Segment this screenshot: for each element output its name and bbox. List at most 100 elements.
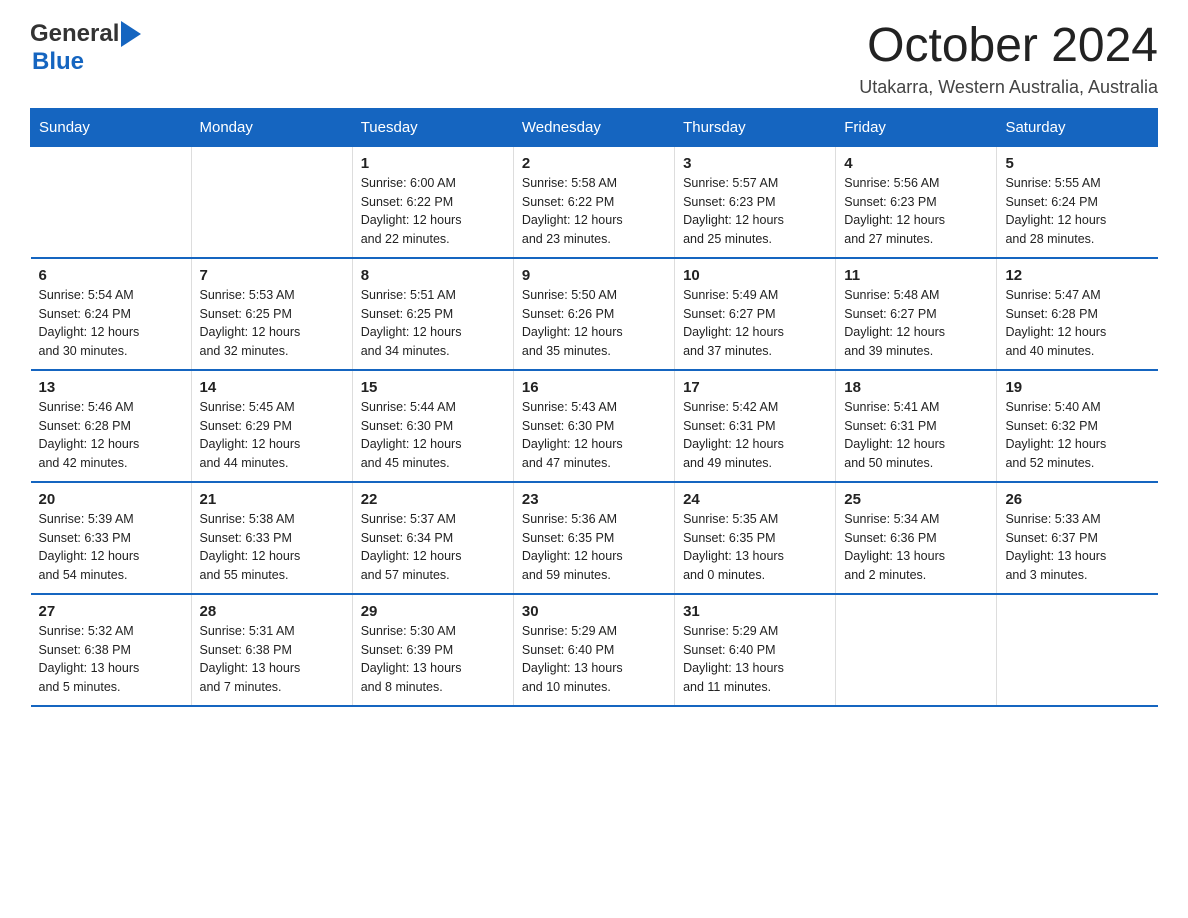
calendar-cell: 13 Sunrise: 5:46 AM Sunset: 6:28 PM Dayli… (31, 370, 192, 482)
calendar-cell: 17 Sunrise: 5:42 AM Sunset: 6:31 PM Dayli… (675, 370, 836, 482)
weekday-header-sunday: Sunday (31, 108, 192, 146)
day-number: 17 (683, 379, 827, 396)
calendar-cell: 26Sunrise: 5:33 AM Sunset: 6:37 PM Dayli… (997, 482, 1158, 594)
day-number: 20 (39, 491, 183, 508)
day-number: 6 (39, 267, 183, 284)
day-number: 13 (39, 379, 183, 396)
day-info: Sunrise: 5:37 AM Sunset: 6:34 PM Dayligh… (361, 510, 505, 585)
calendar-cell: 15Sunrise: 5:44 AM Sunset: 6:30 PM Dayli… (352, 370, 513, 482)
calendar-cell: 31 Sunrise: 5:29 AM Sunset: 6:40 PM Dayli… (675, 594, 836, 706)
calendar-cell (191, 146, 352, 258)
logo-blue-text: Blue (32, 48, 84, 75)
day-info: Sunrise: 5:50 AM Sunset: 6:26 PM Dayligh… (522, 286, 666, 361)
calendar-cell: 30 Sunrise: 5:29 AM Sunset: 6:40 PM Dayli… (513, 594, 674, 706)
day-info: Sunrise: 5:31 AM Sunset: 6:38 PM Dayligh… (200, 622, 344, 697)
calendar-table: SundayMondayTuesdayWednesdayThursdayFrid… (30, 108, 1158, 707)
calendar-cell: 4Sunrise: 5:56 AM Sunset: 6:23 PM Daylig… (836, 146, 997, 258)
day-number: 30 (522, 603, 666, 620)
calendar-cell: 6 Sunrise: 5:54 AM Sunset: 6:24 PM Daylig… (31, 258, 192, 370)
calendar-cell (997, 594, 1158, 706)
calendar-cell: 3 Sunrise: 5:57 AM Sunset: 6:23 PM Daylig… (675, 146, 836, 258)
weekday-header-row: SundayMondayTuesdayWednesdayThursdayFrid… (31, 108, 1158, 146)
day-info: Sunrise: 5:55 AM Sunset: 6:24 PM Dayligh… (1005, 174, 1149, 249)
day-info: Sunrise: 5:39 AM Sunset: 6:33 PM Dayligh… (39, 510, 183, 585)
calendar-cell: 1 Sunrise: 6:00 AM Sunset: 6:22 PM Daylig… (352, 146, 513, 258)
month-title: October 2024 (859, 20, 1158, 73)
calendar-cell: 19 Sunrise: 5:40 AM Sunset: 6:32 PM Dayli… (997, 370, 1158, 482)
week-row-2: 6 Sunrise: 5:54 AM Sunset: 6:24 PM Daylig… (31, 258, 1158, 370)
calendar-cell: 21 Sunrise: 5:38 AM Sunset: 6:33 PM Dayli… (191, 482, 352, 594)
day-info: Sunrise: 5:38 AM Sunset: 6:33 PM Dayligh… (200, 510, 344, 585)
calendar-cell (836, 594, 997, 706)
day-number: 22 (361, 491, 505, 508)
day-info: Sunrise: 5:30 AM Sunset: 6:39 PM Dayligh… (361, 622, 505, 697)
day-number: 24 (683, 491, 827, 508)
day-info: Sunrise: 5:33 AM Sunset: 6:37 PM Dayligh… (1005, 510, 1149, 585)
calendar-cell: 2Sunrise: 5:58 AM Sunset: 6:22 PM Daylig… (513, 146, 674, 258)
calendar-cell: 14 Sunrise: 5:45 AM Sunset: 6:29 PM Dayli… (191, 370, 352, 482)
weekday-header-thursday: Thursday (675, 108, 836, 146)
calendar-cell (31, 146, 192, 258)
week-row-4: 20 Sunrise: 5:39 AM Sunset: 6:33 PM Dayli… (31, 482, 1158, 594)
day-info: Sunrise: 5:54 AM Sunset: 6:24 PM Dayligh… (39, 286, 183, 361)
day-number: 11 (844, 267, 988, 284)
day-number: 8 (361, 267, 505, 284)
day-number: 12 (1005, 267, 1149, 284)
day-number: 16 (522, 379, 666, 396)
day-number: 31 (683, 603, 827, 620)
weekday-header-monday: Monday (191, 108, 352, 146)
calendar-cell: 16 Sunrise: 5:43 AM Sunset: 6:30 PM Dayli… (513, 370, 674, 482)
day-info: Sunrise: 5:49 AM Sunset: 6:27 PM Dayligh… (683, 286, 827, 361)
day-number: 29 (361, 603, 505, 620)
location-title: Utakarra, Western Australia, Australia (859, 77, 1158, 98)
day-info: Sunrise: 5:42 AM Sunset: 6:31 PM Dayligh… (683, 398, 827, 473)
day-info: Sunrise: 5:29 AM Sunset: 6:40 PM Dayligh… (522, 622, 666, 697)
day-info: Sunrise: 5:57 AM Sunset: 6:23 PM Dayligh… (683, 174, 827, 249)
logo-arrow-icon (121, 21, 141, 47)
day-number: 2 (522, 155, 666, 172)
day-info: Sunrise: 5:46 AM Sunset: 6:28 PM Dayligh… (39, 398, 183, 473)
calendar-cell: 9 Sunrise: 5:50 AM Sunset: 6:26 PM Daylig… (513, 258, 674, 370)
day-number: 25 (844, 491, 988, 508)
calendar-cell: 7 Sunrise: 5:53 AM Sunset: 6:25 PM Daylig… (191, 258, 352, 370)
calendar-cell: 22 Sunrise: 5:37 AM Sunset: 6:34 PM Dayli… (352, 482, 513, 594)
calendar-cell: 18 Sunrise: 5:41 AM Sunset: 6:31 PM Dayli… (836, 370, 997, 482)
calendar-cell: 10 Sunrise: 5:49 AM Sunset: 6:27 PM Dayli… (675, 258, 836, 370)
day-info: Sunrise: 6:00 AM Sunset: 6:22 PM Dayligh… (361, 174, 505, 249)
day-number: 28 (200, 603, 344, 620)
day-info: Sunrise: 5:40 AM Sunset: 6:32 PM Dayligh… (1005, 398, 1149, 473)
calendar-cell: 29 Sunrise: 5:30 AM Sunset: 6:39 PM Dayli… (352, 594, 513, 706)
calendar-cell: 27 Sunrise: 5:32 AM Sunset: 6:38 PM Dayli… (31, 594, 192, 706)
day-info: Sunrise: 5:36 AM Sunset: 6:35 PM Dayligh… (522, 510, 666, 585)
day-number: 7 (200, 267, 344, 284)
day-info: Sunrise: 5:47 AM Sunset: 6:28 PM Dayligh… (1005, 286, 1149, 361)
day-number: 27 (39, 603, 183, 620)
logo: General Blue (30, 20, 141, 76)
day-info: Sunrise: 5:29 AM Sunset: 6:40 PM Dayligh… (683, 622, 827, 697)
day-number: 5 (1005, 155, 1149, 172)
weekday-header-friday: Friday (836, 108, 997, 146)
day-info: Sunrise: 5:43 AM Sunset: 6:30 PM Dayligh… (522, 398, 666, 473)
day-info: Sunrise: 5:48 AM Sunset: 6:27 PM Dayligh… (844, 286, 988, 361)
day-info: Sunrise: 5:53 AM Sunset: 6:25 PM Dayligh… (200, 286, 344, 361)
logo-general-text: General (30, 20, 119, 48)
calendar-cell: 25Sunrise: 5:34 AM Sunset: 6:36 PM Dayli… (836, 482, 997, 594)
day-number: 23 (522, 491, 666, 508)
day-number: 3 (683, 155, 827, 172)
day-number: 10 (683, 267, 827, 284)
calendar-cell: 24Sunrise: 5:35 AM Sunset: 6:35 PM Dayli… (675, 482, 836, 594)
week-row-5: 27 Sunrise: 5:32 AM Sunset: 6:38 PM Dayli… (31, 594, 1158, 706)
day-number: 4 (844, 155, 988, 172)
day-number: 9 (522, 267, 666, 284)
day-number: 14 (200, 379, 344, 396)
weekday-header-wednesday: Wednesday (513, 108, 674, 146)
day-number: 15 (361, 379, 505, 396)
day-number: 18 (844, 379, 988, 396)
day-number: 21 (200, 491, 344, 508)
day-info: Sunrise: 5:32 AM Sunset: 6:38 PM Dayligh… (39, 622, 183, 697)
day-number: 1 (361, 155, 505, 172)
day-info: Sunrise: 5:51 AM Sunset: 6:25 PM Dayligh… (361, 286, 505, 361)
day-info: Sunrise: 5:41 AM Sunset: 6:31 PM Dayligh… (844, 398, 988, 473)
day-number: 19 (1005, 379, 1149, 396)
day-info: Sunrise: 5:45 AM Sunset: 6:29 PM Dayligh… (200, 398, 344, 473)
